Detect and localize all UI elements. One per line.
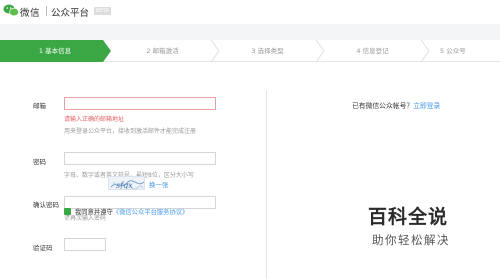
step-separator-icon <box>315 40 325 62</box>
watermark-title: 百科全说 <box>368 206 449 228</box>
step-select-type: 3 选择类型 <box>251 47 284 55</box>
confirm-password-label: 确认密码 <box>33 201 59 209</box>
captcha-input[interactable] <box>64 238 106 251</box>
brand-name: 微信 <box>20 8 41 19</box>
panel-divider <box>266 90 267 279</box>
step-info-registration: 4 信息登记 <box>356 47 389 55</box>
registration-steps: 1 基本信息 2 邮箱激活 3 选择类型 4 信息登记 5 公众号 <box>0 40 500 62</box>
captcha-pattern-icon: sfqx <box>110 180 144 190</box>
checkmark-icon <box>64 217 71 222</box>
existing-account-prompt: 已有微信公众帐号？立即登录 <box>352 100 440 110</box>
service-agreement-link[interactable]: 《微信公众平台服务协议》 <box>113 209 189 216</box>
main-panel: 邮箱 请输入正确的邮箱地址 用来登录公众平台，接收到激活邮件才能完成注册 密码 … <box>0 62 500 279</box>
wechat-logo-icon <box>3 4 19 17</box>
captcha-image[interactable]: sfqx <box>108 176 145 190</box>
svg-text:sfqx: sfqx <box>116 181 133 190</box>
email-label: 邮箱 <box>33 102 46 110</box>
brand-divider <box>46 6 47 16</box>
password-field[interactable] <box>64 152 216 165</box>
agreement-text: 我同意并遵守《微信公众平台服务协议》 <box>75 207 188 216</box>
step-basic-info: 1 基本信息 <box>38 47 72 55</box>
step-official-account: 5 公众号 <box>440 47 466 55</box>
captcha-label: 验证码 <box>33 244 53 252</box>
step-email-activation: 2 邮箱激活 <box>146 47 179 55</box>
agreement-checkbox[interactable] <box>64 208 71 222</box>
email-hint: 用来登录公众平台，接收到激活邮件才能完成注册 <box>64 128 197 135</box>
product-name: 公众平台 <box>51 8 90 19</box>
email-field[interactable] <box>64 97 216 110</box>
top-header: 微信 公众平台 BETA <box>0 0 500 24</box>
watermark-subtitle: 助你轻松解决 <box>372 233 450 247</box>
agreement-prefix: 我同意并遵守 <box>75 209 113 216</box>
refresh-captcha-link[interactable]: 换一张 <box>149 179 169 189</box>
existing-account-question: 已有微信公众帐号？ <box>352 102 414 110</box>
login-now-link[interactable]: 立即登录 <box>413 102 440 110</box>
password-label: 密码 <box>33 158 46 166</box>
step-separator-icon <box>210 40 220 62</box>
email-error-message: 请输入正确的邮箱地址 <box>64 116 125 123</box>
step-separator-icon <box>420 40 430 62</box>
beta-badge: BETA <box>94 7 111 15</box>
